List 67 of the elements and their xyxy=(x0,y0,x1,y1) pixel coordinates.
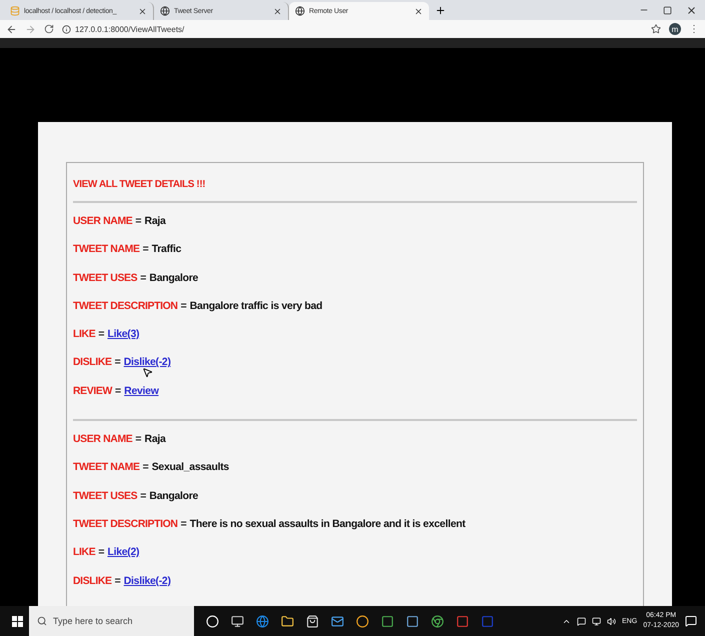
equals-sign: = xyxy=(140,490,146,502)
info-icon xyxy=(62,24,71,34)
field-label: TWEET DESCRIPTION xyxy=(73,518,178,530)
close-icon[interactable] xyxy=(138,6,147,16)
search-icon xyxy=(37,616,47,626)
field-label: TWEET NAME xyxy=(73,243,140,256)
equals-sign: = xyxy=(98,546,104,558)
equals-sign: = xyxy=(180,518,187,530)
close-icon[interactable] xyxy=(686,4,697,16)
field-link[interactable]: Like(2) xyxy=(107,546,140,558)
equals-sign: = xyxy=(114,356,121,368)
field-label: DISLIKE xyxy=(73,574,112,587)
equals-sign: = xyxy=(115,384,122,397)
globe-icon xyxy=(160,6,170,16)
equals-sign: = xyxy=(142,243,149,256)
field-label: LIKE xyxy=(73,328,96,340)
bookmark-icon[interactable] xyxy=(651,24,661,34)
database-icon xyxy=(10,6,20,16)
field-link[interactable]: Like(3) xyxy=(107,328,140,340)
taskbar-search-field[interactable]: Type here to search xyxy=(29,606,194,636)
field-link[interactable]: Review xyxy=(124,384,159,397)
equals-sign: = xyxy=(135,433,142,446)
equals-sign: = xyxy=(98,328,104,340)
field-label: REVIEW xyxy=(73,384,112,397)
field-link[interactable]: Dislike(-2) xyxy=(124,356,171,368)
field-value: Traffic xyxy=(152,243,182,256)
action-center-icon[interactable] xyxy=(685,615,697,627)
field-label: USER NAME xyxy=(73,433,132,446)
restore-icon[interactable] xyxy=(663,6,672,14)
mail-icon[interactable] xyxy=(331,614,344,628)
close-icon[interactable] xyxy=(273,6,282,16)
equals-sign: = xyxy=(140,272,146,284)
field-value: Raja xyxy=(144,215,166,227)
field-label: DISLIKE xyxy=(73,356,112,368)
field-value: Bangalore xyxy=(149,490,198,502)
menu-icon[interactable]: ⋮ xyxy=(689,23,699,35)
notification-icon[interactable] xyxy=(577,616,586,626)
mouse-cursor-icon xyxy=(142,367,153,378)
chrome-icon[interactable] xyxy=(431,614,444,628)
field-value: Raja xyxy=(144,433,166,446)
equals-sign: = xyxy=(135,215,142,227)
address-field[interactable]: 127.0.0.1:8000/ViewAllTweets/ xyxy=(75,24,184,34)
new-tab-icon[interactable] xyxy=(435,5,446,16)
equals-sign: = xyxy=(180,300,187,312)
field-label: USER NAME xyxy=(73,215,132,227)
field-link[interactable]: Dislike(-2) xyxy=(124,574,171,587)
field-label: TWEET USES xyxy=(73,272,138,284)
windows-start-icon[interactable] xyxy=(12,616,23,626)
field-label: LIKE xyxy=(73,546,96,558)
page-heading: VIEW ALL TWEET DETAILS !!! xyxy=(73,179,206,192)
close-icon[interactable] xyxy=(414,6,423,16)
volume-icon[interactable] xyxy=(607,616,616,626)
field-value: Sexual_assaults xyxy=(152,461,229,474)
field-value: Bangalore xyxy=(149,272,198,284)
reload-icon[interactable] xyxy=(44,24,54,34)
field-value: There is no sexual assaults in Bangalore and it is excellent xyxy=(190,518,466,530)
store-icon[interactable] xyxy=(306,614,319,628)
globe-icon xyxy=(295,6,305,16)
equals-sign: = xyxy=(142,461,149,474)
field-label: TWEET NAME xyxy=(73,461,140,474)
folder-icon[interactable] xyxy=(281,614,294,628)
field-label: TWEET DESCRIPTION xyxy=(73,300,178,312)
equals-sign: = xyxy=(114,574,121,587)
field-value: Bangalore traffic is very bad xyxy=(190,300,322,312)
field-label: TWEET USES xyxy=(73,490,138,502)
back-icon[interactable] xyxy=(6,24,17,34)
profile-avatar[interactable]: m xyxy=(669,23,681,35)
